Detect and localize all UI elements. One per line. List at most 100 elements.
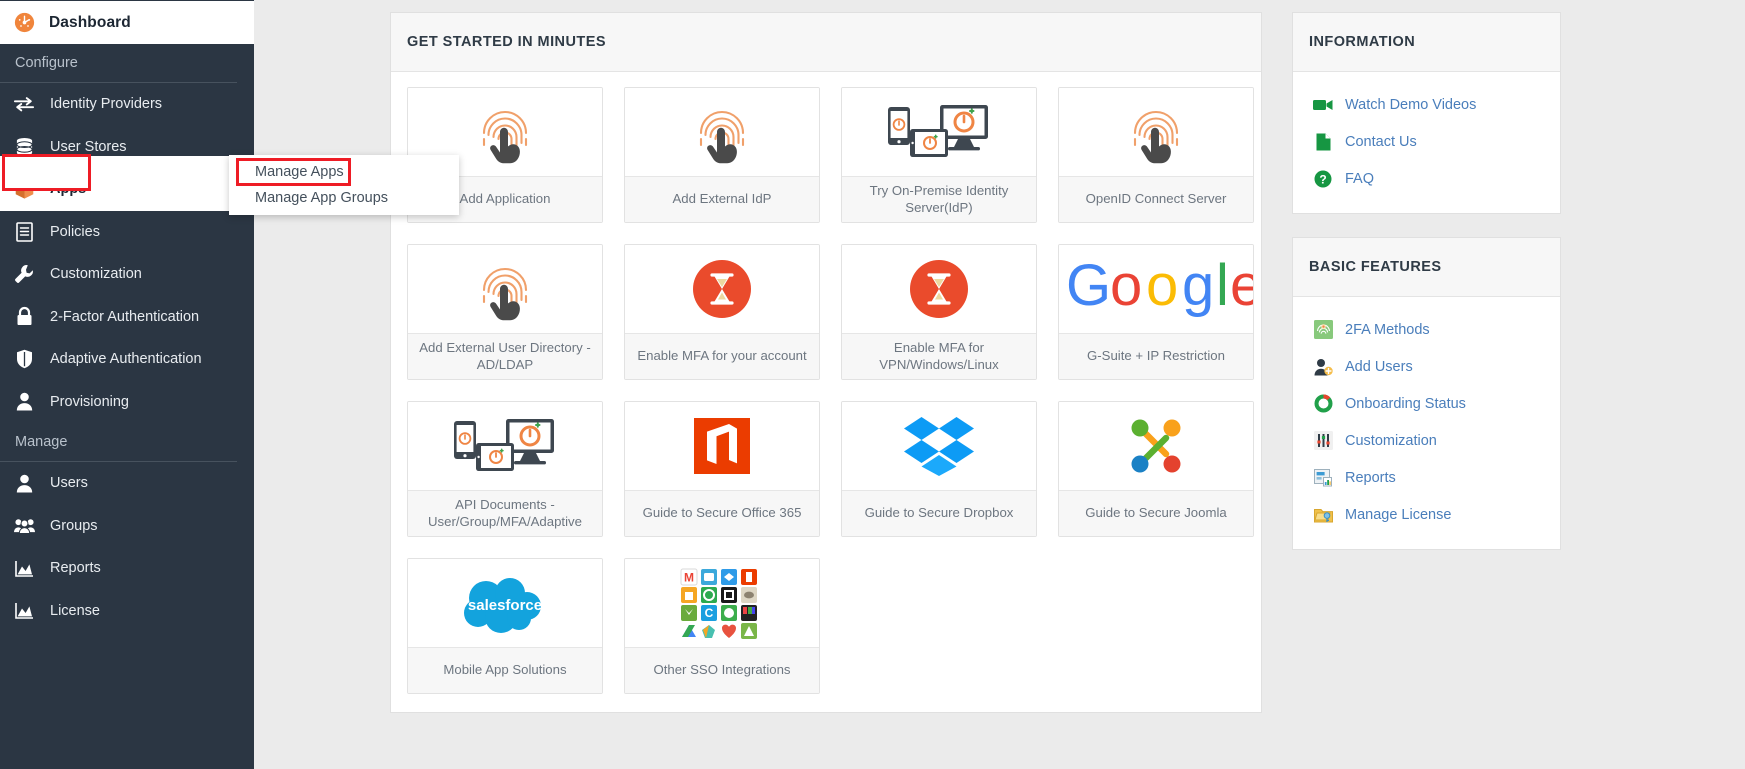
information-body: Watch Demo Videos Contact Us ? FAQ xyxy=(1293,72,1560,213)
sidebar-label: Adaptive Authentication xyxy=(50,351,202,368)
add-user-icon xyxy=(1313,357,1333,377)
card-label: API Documents - User/Group/MFA/Adaptive xyxy=(408,490,602,536)
fingerprint-touch-icon xyxy=(625,88,819,176)
sliders-icon xyxy=(1313,431,1333,451)
svg-text:M: M xyxy=(684,571,694,585)
card-label: Other SSO Integrations xyxy=(625,647,819,693)
svg-text:C: C xyxy=(705,606,714,620)
link-watch-demo-videos[interactable]: Watch Demo Videos xyxy=(1293,86,1560,123)
sidebar-item-reports[interactable]: Reports xyxy=(0,547,254,590)
chart-area-icon xyxy=(14,601,34,621)
link-onboarding-status[interactable]: Onboarding Status xyxy=(1293,385,1560,422)
app-icon-grid-icon: M C xyxy=(625,559,819,647)
fingerprint-badge-icon xyxy=(1313,320,1333,340)
svg-text:G: G xyxy=(1066,253,1111,318)
card-try-on-premise-idp[interactable]: Try On-Premise Identity Server(IdP) xyxy=(841,87,1037,223)
sidebar-label: License xyxy=(50,602,100,619)
link-2fa-methods[interactable]: 2FA Methods xyxy=(1293,311,1560,348)
link-reports[interactable]: Reports xyxy=(1293,459,1560,496)
link-label: Customization xyxy=(1345,432,1437,449)
sidebar-item-users[interactable]: Users xyxy=(0,462,254,505)
sidebar-item-dashboard[interactable]: Dashboard xyxy=(0,0,254,44)
sidebar-label: Customization xyxy=(50,266,142,283)
sidebar-item-2fa[interactable]: 2-Factor Authentication xyxy=(0,296,254,339)
sidebar-item-policies[interactable]: Policies xyxy=(0,211,254,254)
users-group-icon xyxy=(13,516,35,536)
card-label: Add External IdP xyxy=(625,176,819,222)
user-icon xyxy=(14,392,34,412)
link-manage-license[interactable]: Manage License xyxy=(1293,496,1560,533)
basic-features-body: 2FA Methods Add Users Onboarding Status … xyxy=(1293,297,1560,549)
link-contact-us[interactable]: Contact Us xyxy=(1293,123,1560,160)
donut-chart-icon xyxy=(1313,394,1333,414)
submenu-item-manage-apps[interactable]: Manage Apps xyxy=(229,159,459,185)
link-label: Onboarding Status xyxy=(1345,395,1466,412)
link-label: Manage License xyxy=(1345,506,1452,523)
sidebar-item-provisioning[interactable]: Provisioning xyxy=(0,381,254,424)
hourglass-circle-icon xyxy=(625,245,819,333)
database-icon xyxy=(14,137,34,157)
link-add-users[interactable]: Add Users xyxy=(1293,348,1560,385)
hourglass-circle-icon xyxy=(842,245,1036,333)
card-secure-joomla[interactable]: Guide to Secure Joomla xyxy=(1058,401,1254,537)
basic-features-header: BASIC FEATURES xyxy=(1293,238,1560,297)
sidebar-item-customization[interactable]: Customization xyxy=(0,253,254,296)
sidebar-item-identity-providers[interactable]: Identity Providers xyxy=(0,83,254,126)
video-camera-icon xyxy=(1313,95,1333,115)
link-faq[interactable]: ? FAQ xyxy=(1293,160,1560,197)
joomla-logo-icon xyxy=(1059,402,1253,490)
document-page-icon xyxy=(1313,132,1333,152)
left-sidebar: Dashboard Configure Identity Providers U… xyxy=(0,0,254,769)
get-started-header: GET STARTED IN MINUTES xyxy=(391,13,1261,72)
card-label: Guide to Secure Office 365 xyxy=(625,490,819,536)
card-secure-office365[interactable]: Guide to Secure Office 365 xyxy=(624,401,820,537)
get-started-panel: GET STARTED IN MINUTES Add Application A… xyxy=(390,12,1262,713)
sidebar-item-license[interactable]: License xyxy=(0,590,254,633)
dropbox-logo-icon xyxy=(842,402,1036,490)
svg-text:salesforce: salesforce xyxy=(468,597,542,614)
license-key-icon xyxy=(1313,505,1333,525)
link-label: Watch Demo Videos xyxy=(1345,96,1477,113)
sidebar-label: Reports xyxy=(50,560,101,577)
app-root: Dashboard Configure Identity Providers U… xyxy=(0,0,1745,769)
card-api-documents[interactable]: API Documents - User/Group/MFA/Adaptive xyxy=(407,401,603,537)
sidebar-dashboard-label: Dashboard xyxy=(49,13,131,31)
report-icon xyxy=(1313,468,1333,488)
sidebar-label: User Stores xyxy=(50,138,127,155)
submenu-item-manage-app-groups[interactable]: Manage App Groups xyxy=(229,185,459,211)
link-customization[interactable]: Customization xyxy=(1293,422,1560,459)
card-enable-mfa-vpn[interactable]: Enable MFA for VPN/Windows/Linux xyxy=(841,244,1037,380)
chart-area-icon xyxy=(14,558,34,578)
submenu-label: Manage App Groups xyxy=(255,190,389,206)
card-add-external-user-directory[interactable]: Add External User Directory - AD/LDAP xyxy=(407,244,603,380)
card-label: Guide to Secure Dropbox xyxy=(842,490,1036,536)
card-add-external-idp[interactable]: Add External IdP xyxy=(624,87,820,223)
sidebar-label: Groups xyxy=(50,517,98,534)
basic-features-title: BASIC FEATURES xyxy=(1309,259,1442,275)
sidebar-label: Identity Providers xyxy=(50,96,163,113)
link-label: Contact Us xyxy=(1345,133,1417,150)
svg-text:o: o xyxy=(1110,253,1142,318)
svg-text:e: e xyxy=(1230,253,1254,318)
apps-submenu: Manage Apps Manage App Groups xyxy=(229,155,459,215)
link-label: 2FA Methods xyxy=(1345,321,1430,338)
document-icon xyxy=(14,221,34,242)
sidebar-section-manage: Manage xyxy=(15,434,68,450)
fingerprint-touch-icon xyxy=(1059,88,1253,176)
card-mobile-app-solutions[interactable]: salesforce Mobile App Solutions xyxy=(407,558,603,694)
card-other-sso-integrations[interactable]: M C Other SSO Integrations xyxy=(624,558,820,694)
sidebar-item-groups[interactable]: Groups xyxy=(0,505,254,548)
card-openid-connect-server[interactable]: OpenID Connect Server xyxy=(1058,87,1254,223)
salesforce-logo-icon: salesforce xyxy=(408,559,602,647)
card-label: Enable MFA for your account xyxy=(625,333,819,379)
shield-icon xyxy=(14,349,34,369)
card-gsuite-ip-restriction[interactable]: G o o g l e G-Suite + IP Restriction xyxy=(1058,244,1254,380)
svg-text:l: l xyxy=(1216,253,1229,318)
sidebar-item-adaptive-auth[interactable]: Adaptive Authentication xyxy=(0,338,254,381)
card-label: Guide to Secure Joomla xyxy=(1059,490,1253,536)
information-header: INFORMATION xyxy=(1293,13,1560,72)
information-title: INFORMATION xyxy=(1309,34,1416,50)
card-enable-mfa-account[interactable]: Enable MFA for your account xyxy=(624,244,820,380)
basic-features-panel: BASIC FEATURES 2FA Methods Add Users Onb… xyxy=(1292,237,1561,550)
card-secure-dropbox[interactable]: Guide to Secure Dropbox xyxy=(841,401,1037,537)
